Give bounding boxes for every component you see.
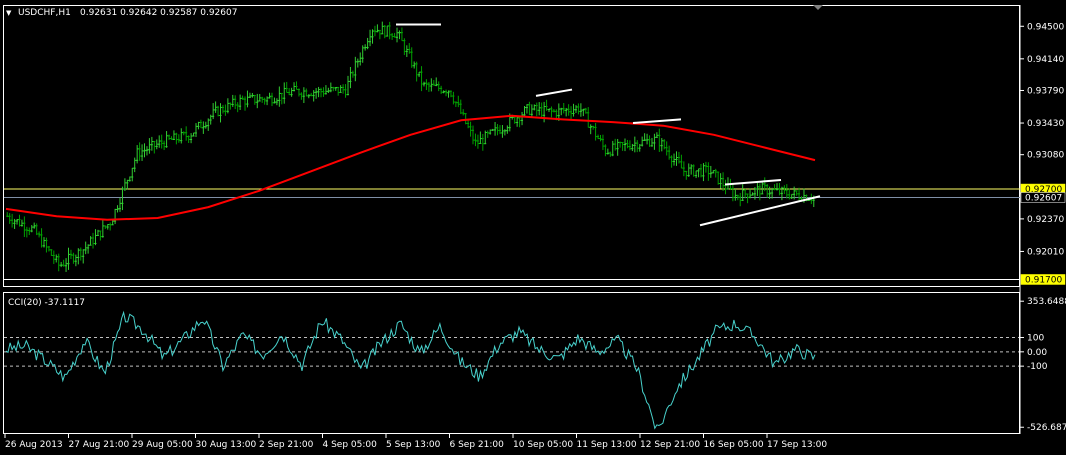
trend-line[interactable]	[632, 118, 682, 125]
cci-tick-label: -526.6871	[1027, 423, 1066, 433]
price-tick-label: 0.92370	[1027, 215, 1064, 225]
time-tick-label: 16 Sep 05:00	[704, 440, 764, 450]
price-tick-label: 0.93080	[1027, 151, 1064, 161]
time-tick-label: 5 Sep 13:00	[386, 440, 441, 450]
time-tick-label: 12 Sep 21:00	[640, 440, 700, 450]
cci-pane-frame	[3, 292, 1020, 434]
price-tag-label: 0.91700	[1025, 275, 1062, 285]
cci-tick-label: 0.00	[1027, 348, 1047, 358]
price-tick-label: 0.92010	[1027, 247, 1064, 257]
trend-line[interactable]	[724, 179, 782, 186]
cci-tick-label: -100	[1027, 362, 1048, 372]
price-tick-label: 0.93790	[1027, 86, 1064, 96]
time-tick-label: 10 Sep 05:00	[513, 440, 573, 450]
cci-line[interactable]	[5, 310, 816, 430]
chart-shift-icon[interactable]	[813, 5, 823, 10]
trend-line[interactable]	[699, 195, 821, 227]
price-tick-label: 0.94140	[1027, 55, 1064, 65]
ohlc-readout: 0.92631 0.92642 0.92587 0.92607	[80, 8, 237, 18]
time-tick-label: 11 Sep 13:00	[577, 440, 637, 450]
price-chart[interactable]: 0.94500 0.94140 0.93790 0.93430 0.93080 0.923…	[0, 0, 1066, 455]
symbol-label: USDCHF,H1	[18, 8, 71, 18]
cci-title: CCI(20) -37.1117	[8, 298, 85, 308]
cci-tick-label: 100	[1027, 334, 1044, 344]
price-tick-label: 0.94500	[1027, 22, 1064, 32]
price-tick-label: 0.93430	[1027, 119, 1064, 129]
trend-line[interactable]	[535, 88, 573, 97]
chart-menu-icon[interactable]: ▼	[6, 9, 12, 17]
time-tick-label: 2 Sep 21:00	[259, 440, 314, 450]
time-tick-label: 4 Sep 05:00	[323, 440, 378, 450]
cci-tick-label: 353.6488	[1027, 297, 1066, 307]
price-tag-label: 0.92607	[1025, 193, 1062, 203]
time-tick-label: 27 Aug 21:00	[69, 440, 130, 450]
time-tick-label: 29 Aug 05:00	[132, 440, 193, 450]
time-tick-label: 26 Aug 2013	[5, 440, 63, 450]
time-tick-label: 30 Aug 13:00	[196, 440, 257, 450]
time-tick-label: 6 Sep 21:00	[450, 440, 505, 450]
time-tick-label: 17 Sep 13:00	[767, 440, 827, 450]
